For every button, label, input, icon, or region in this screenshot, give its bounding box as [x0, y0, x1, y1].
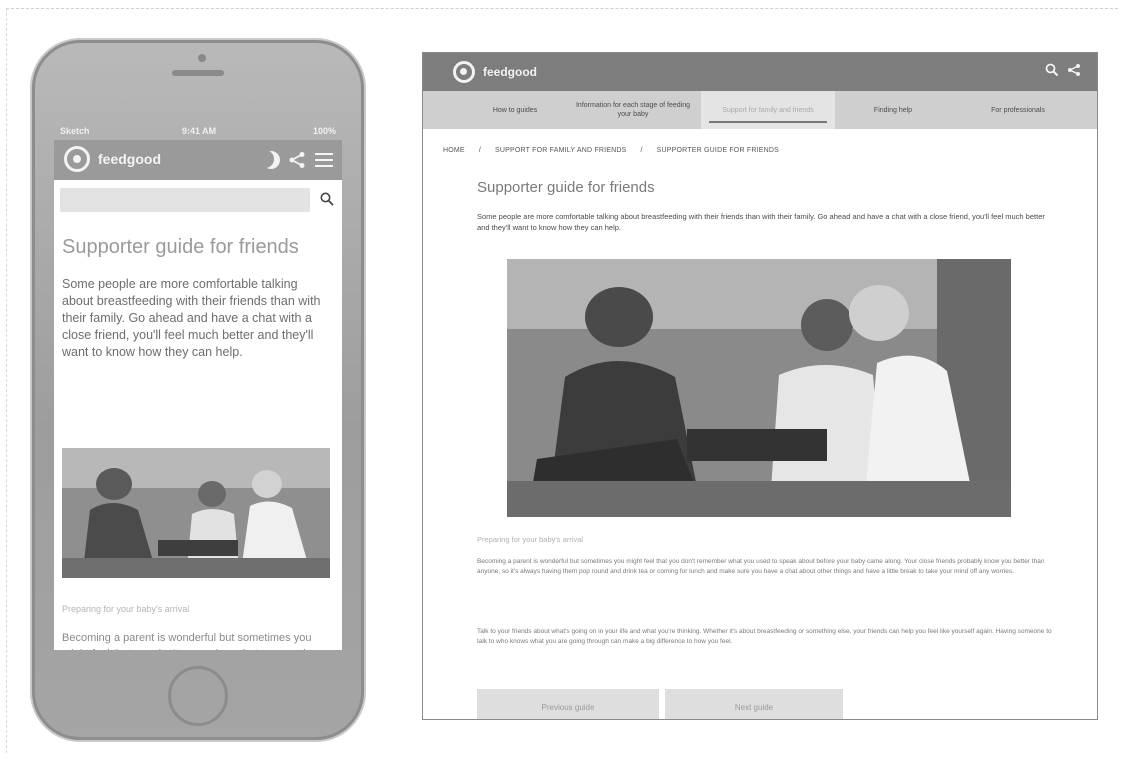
breadcrumb-home[interactable]: HOME — [443, 147, 465, 154]
phone-status-bar: Sketch 9:41 AM 100% — [54, 124, 342, 140]
page-title: Supporter guide for friends — [62, 236, 299, 258]
nav-item-finding-help[interactable]: Finding help — [853, 91, 933, 129]
nav-label: For professionals — [991, 106, 1045, 114]
phone-speaker — [172, 70, 224, 76]
search-icon[interactable] — [1045, 63, 1059, 82]
breadcrumb-separator: / — [640, 147, 643, 154]
battery-label: 100% — [312, 126, 336, 136]
carrier-label: Sketch — [60, 126, 90, 136]
next-guide-button[interactable]: Next guide — [665, 689, 843, 719]
friends-photo — [507, 259, 1011, 517]
phone-search-row — [54, 180, 342, 222]
previous-guide-button[interactable]: Previous guide — [477, 689, 659, 719]
phone-header-actions — [262, 148, 334, 172]
brand-name[interactable]: feedgood — [483, 65, 537, 79]
nav-item-professionals[interactable]: For professionals — [963, 91, 1073, 129]
phone-page-content: Supporter guide for friends Some people … — [54, 180, 342, 650]
button-label: Next guide — [734, 702, 774, 712]
nav-label: Finding help — [873, 106, 913, 114]
search-icon[interactable] — [320, 192, 334, 211]
site-header: feedgood — [423, 53, 1097, 91]
section-paragraph: Becoming a parent is wonderful but somet… — [62, 632, 318, 650]
intro-paragraph: Some people are more comfortable talking… — [62, 277, 321, 359]
nav-item-support-family-friends[interactable]: Support for family and friends — [701, 91, 835, 129]
button-label: Previous guide — [541, 702, 595, 712]
section-subheading: Preparing for your baby's arrival — [477, 535, 584, 544]
feedgood-logo-icon[interactable] — [64, 146, 90, 172]
section-paragraph: Talk to your friends about what's going … — [477, 628, 1052, 645]
active-tab-indicator — [709, 121, 827, 123]
phone-mockup: Sketch 9:41 AM 100% feedgood Supporter g… — [32, 40, 364, 740]
main-navigation: How to guides Information for each stage… — [423, 91, 1097, 129]
nav-label: Support for family and friends — [722, 106, 814, 114]
moon-icon[interactable] — [262, 151, 280, 169]
phone-home-button — [168, 666, 228, 726]
share-icon[interactable] — [288, 151, 306, 169]
share-icon[interactable] — [1067, 63, 1081, 82]
clock-label: 9:41 AM — [182, 126, 217, 136]
feedgood-logo-icon[interactable] — [453, 61, 475, 83]
header-actions — [1045, 63, 1081, 82]
breadcrumb-support[interactable]: SUPPORT FOR FAMILY AND FRIENDS — [495, 147, 627, 154]
nav-label: How to guides — [492, 106, 538, 114]
hamburger-menu-icon[interactable] — [314, 151, 334, 169]
intro-paragraph: Some people are more comfortable talking… — [477, 212, 1045, 232]
breadcrumb: HOME / SUPPORT FOR FAMILY AND FRIENDS / SUPP… — [443, 147, 793, 154]
breadcrumb-current: SUPPORTER GUIDE FOR FRIENDS — [656, 147, 779, 154]
nav-label: Information for each stage of feeding yo… — [575, 102, 691, 118]
phone-app-header: feedgood — [54, 140, 342, 180]
search-input[interactable] — [60, 188, 310, 212]
breadcrumb-separator: / — [478, 147, 481, 154]
nav-item-stages[interactable]: Information for each stage of feeding yo… — [573, 91, 693, 129]
phone-camera — [198, 54, 206, 62]
friends-photo — [62, 448, 330, 578]
page-title: Supporter guide for friends — [477, 179, 655, 196]
brand-name[interactable]: feedgood — [98, 151, 161, 167]
desktop-browser-window: feedgood How to guides Information for e… — [422, 52, 1098, 720]
section-subheading: Preparing for your baby's arrival — [62, 604, 190, 614]
nav-item-how-to-guides[interactable]: How to guides — [465, 91, 565, 129]
section-paragraph: Becoming a parent is wonderful but somet… — [477, 558, 1045, 575]
